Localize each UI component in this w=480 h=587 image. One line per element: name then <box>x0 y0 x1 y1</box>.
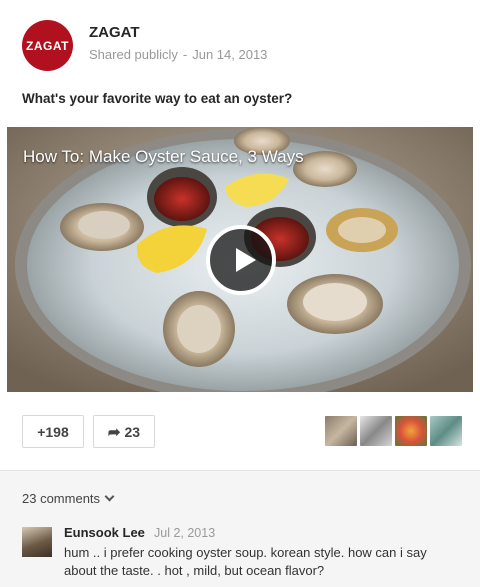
comment-author[interactable]: Eunsook Lee <box>64 525 145 540</box>
pluser-avatar[interactable] <box>325 416 357 446</box>
post-meta: Shared publicly - Jun 14, 2013 <box>89 47 267 62</box>
play-button[interactable] <box>206 225 276 295</box>
share-arrow-icon: ➦ <box>107 423 121 441</box>
comment-date[interactable]: Jul 2, 2013 <box>154 526 215 540</box>
post-header: ZAGAT ZAGAT Shared publicly - Jun 14, 2013 <box>22 20 462 72</box>
comment-text: hum .. i prefer cooking oyster soup. kor… <box>64 545 427 578</box>
share-button[interactable]: ➦ 23 <box>93 415 155 448</box>
plus-one-button[interactable]: +198 <box>22 415 84 448</box>
pluser-avatar[interactable] <box>360 416 392 446</box>
video-title[interactable]: How To: Make Oyster Sauce, 3 Ways <box>23 147 304 167</box>
share-count: 23 <box>124 423 141 440</box>
post-actions: +198 ➦ 23 <box>22 415 462 449</box>
post-text: What's your favorite way to eat an oyste… <box>22 91 293 106</box>
author-name[interactable]: ZAGAT <box>89 24 140 41</box>
post-date[interactable]: Jun 14, 2013 <box>192 47 267 62</box>
plusers-avatars <box>325 416 462 446</box>
meta-separator: - <box>182 47 188 62</box>
comments-count: 23 comments <box>22 491 101 506</box>
zagat-avatar[interactable]: ZAGAT <box>22 20 73 71</box>
zagat-logo-text: ZAGAT <box>26 38 69 53</box>
pluser-avatar[interactable] <box>430 416 462 446</box>
comments-toggle[interactable]: 23 comments <box>22 491 115 506</box>
pluser-avatar[interactable] <box>395 416 427 446</box>
visibility-label[interactable]: Shared publicly <box>89 47 178 62</box>
comment-avatar[interactable] <box>22 527 52 557</box>
chevron-down-icon <box>104 491 115 502</box>
comments-section: 23 comments Eunsook Lee Jul 2, 2013 hum … <box>0 470 480 587</box>
video-player[interactable]: How To: Make Oyster Sauce, 3 Ways <box>7 127 473 392</box>
